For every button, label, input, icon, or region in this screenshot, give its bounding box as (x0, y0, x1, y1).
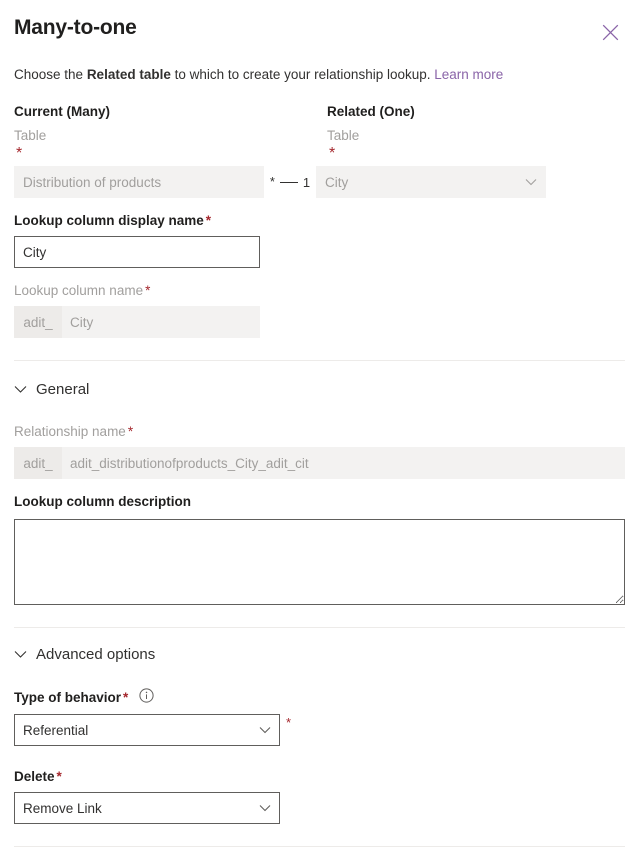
relationship-indicator: * 1 (264, 166, 316, 198)
lookup-column-name-label: Lookup column name * (14, 282, 625, 300)
advanced-options-label: Advanced options (36, 646, 156, 663)
current-section-heading: Current (Many) (14, 104, 111, 119)
type-of-behavior-input[interactable] (14, 714, 280, 746)
lookup-description-textarea[interactable] (14, 519, 625, 605)
close-icon (602, 24, 619, 41)
description-suffix: to which to create your relationship loo… (170, 67, 435, 82)
lookup-column-name-prefix: adit_ (14, 306, 62, 338)
type-of-behavior-required: * (123, 690, 129, 705)
tables-row: * 1 (14, 166, 625, 198)
delete-group: Delete * (14, 768, 625, 824)
lookup-column-name-group: Lookup column name * adit_ City (14, 282, 625, 338)
lookup-column-name-input: adit_ City (14, 306, 260, 338)
divider-general (14, 360, 625, 361)
current-table-required: * (16, 145, 23, 162)
type-of-behavior-dropdown[interactable] (14, 714, 280, 746)
advanced-options-toggle[interactable]: Advanced options (0, 644, 639, 666)
relationship-name-group: Relationship name * adit_ adit_distributi… (14, 423, 625, 479)
lookup-display-name-group: Lookup column display name * (14, 212, 625, 268)
relationship-name-value: adit_distributionofproducts_City_adit_ci… (62, 447, 625, 479)
related-table-label: Table (327, 128, 360, 143)
learn-more-link[interactable]: Learn more (434, 67, 503, 82)
delete-required: * (56, 769, 62, 784)
relationship-name-label-text: Relationship name (14, 424, 126, 439)
panel-description: Choose the Related table to which to cre… (0, 65, 639, 85)
table-labels-row: Table * Table * (14, 127, 625, 163)
divider-advanced (14, 627, 625, 628)
general-section-body: Relationship name * adit_ adit_distributi… (0, 423, 639, 605)
section-headings-row: Current (Many) Related (One) (14, 103, 625, 121)
delete-label-text: Delete (14, 769, 55, 784)
lookup-display-name-input[interactable] (14, 236, 260, 268)
related-table-input (316, 166, 546, 198)
type-of-behavior-side-required: * (286, 715, 292, 730)
lookup-column-name-value: City (62, 306, 260, 338)
description-prefix: Choose the (14, 67, 87, 82)
relationship-name-prefix: adit_ (14, 447, 62, 479)
relationship-name-input: adit_ adit_distributionofproducts_City_a… (14, 447, 625, 479)
info-icon[interactable] (139, 688, 154, 708)
current-table-label: Table (14, 128, 47, 143)
relationship-one-symbol: 1 (302, 174, 311, 190)
related-table-dropdown[interactable] (316, 166, 546, 198)
relationship-many-symbol: * (269, 174, 275, 189)
type-of-behavior-label: Type of behavior * (14, 689, 128, 707)
delete-input[interactable] (14, 792, 280, 824)
type-of-behavior-group: Type of behavior* * (14, 688, 625, 746)
close-button[interactable] (594, 16, 626, 48)
lookup-display-name-required: * (205, 213, 212, 228)
type-of-behavior-label-text: Type of behavior (14, 690, 122, 705)
lookup-column-name-label-text: Lookup column name (14, 283, 144, 298)
lookup-display-name-label: Lookup column display name * (14, 212, 625, 230)
type-of-behavior-control: * (14, 714, 625, 746)
panel-body: Current (Many) Related (One) Table * Tabl… (0, 103, 639, 338)
chevron-down-icon (14, 646, 27, 664)
lookup-description-label: Lookup column description (14, 494, 192, 509)
description-bold: Related table (86, 67, 171, 82)
current-table-input (14, 166, 264, 198)
chevron-down-icon (14, 381, 27, 399)
relationship-line (279, 181, 298, 183)
related-section-heading: Related (One) (327, 104, 415, 119)
lookup-description-group: Lookup column description (14, 493, 625, 605)
related-table-required: * (329, 145, 336, 162)
type-of-behavior-label-row: Type of behavior * (14, 688, 625, 708)
general-section-toggle[interactable]: General (0, 379, 639, 401)
panel-header: Many-to-one (0, 0, 639, 56)
delete-dropdown[interactable] (14, 792, 280, 824)
delete-label: Delete * (14, 768, 625, 786)
relationship-name-label: Relationship name * (14, 423, 625, 441)
general-section-label: General (36, 381, 90, 398)
lookup-column-name-required: * (145, 283, 151, 298)
relationship-name-required: * (127, 424, 134, 439)
lookup-display-name-label-text: Lookup column display name (14, 213, 204, 228)
advanced-options-body: Type of behavior* * Delete* (0, 688, 639, 824)
page-title: Many-to-one (14, 16, 137, 39)
